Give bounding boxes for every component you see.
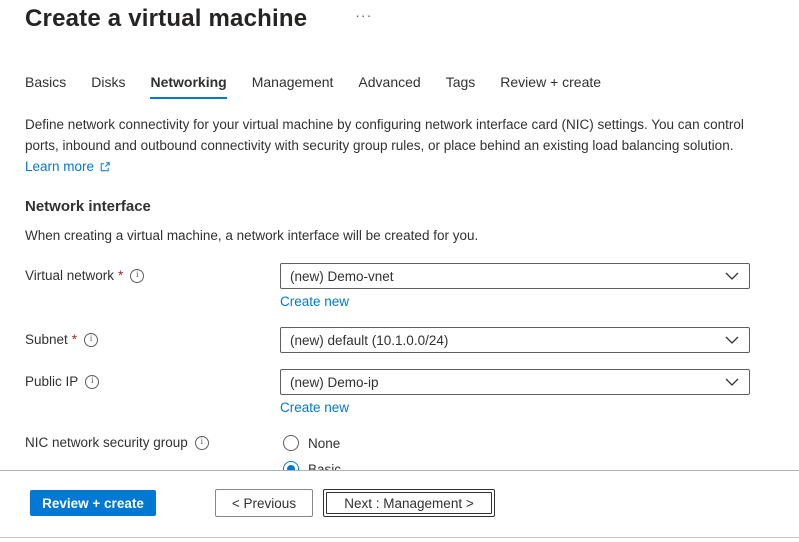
virtual-network-create-new-link[interactable]: Create new (280, 294, 349, 309)
footer-bar: Review + create < Previous Next : Manage… (0, 470, 799, 542)
subnet-control: (new) default (10.1.0.0/24) (280, 327, 750, 353)
nic-nsg-label: NIC network security group (25, 435, 188, 450)
info-icon[interactable] (85, 375, 99, 389)
chevron-down-icon (725, 272, 739, 280)
section-description: When creating a virtual machine, a netwo… (25, 228, 799, 243)
tab-management[interactable]: Management (252, 74, 334, 99)
subnet-select[interactable]: (new) default (10.1.0.0/24) (280, 327, 750, 353)
nic-nsg-label-group: NIC network security group (25, 430, 280, 450)
info-icon[interactable] (195, 436, 209, 450)
public-ip-value: (new) Demo-ip (290, 375, 379, 390)
subnet-value: (new) default (10.1.0.0/24) (290, 333, 448, 348)
info-icon[interactable] (84, 333, 98, 347)
subnet-label-group: Subnet * (25, 327, 280, 347)
next-management-button[interactable]: Next : Management > (323, 489, 495, 517)
required-asterisk: * (118, 268, 123, 283)
window-bottom-border (0, 537, 799, 538)
radio-selected-icon (283, 461, 299, 470)
nsg-option-basic[interactable]: Basic (280, 456, 750, 470)
public-ip-create-new-link[interactable]: Create new (280, 400, 349, 415)
info-icon[interactable] (130, 269, 144, 283)
virtual-network-label: Virtual network (25, 268, 114, 283)
tab-disks[interactable]: Disks (91, 74, 125, 99)
create-vm-page: Create a virtual machine ··· Basics Disk… (0, 0, 799, 542)
more-options-icon[interactable]: ··· (355, 8, 372, 22)
section-heading: Network interface (25, 198, 799, 215)
public-ip-control: (new) Demo-ip Create new (280, 369, 750, 417)
virtual-network-label-group: Virtual network * (25, 263, 280, 283)
tab-networking[interactable]: Networking (150, 74, 226, 99)
field-row-virtual-network: Virtual network * (new) Demo-vnet Create… (25, 263, 799, 311)
nsg-option-none-label: None (308, 436, 340, 451)
page-title: Create a virtual machine (25, 4, 307, 34)
required-asterisk: * (72, 332, 77, 347)
nsg-option-none[interactable]: None (280, 430, 750, 456)
radio-unselected-icon (283, 435, 299, 451)
public-ip-label-group: Public IP (25, 369, 280, 389)
learn-more-label: Learn more (25, 156, 94, 177)
virtual-network-select[interactable]: (new) Demo-vnet (280, 263, 750, 289)
intro-line-1: Define network connectivity for your vir… (25, 114, 799, 135)
chevron-down-icon (725, 336, 739, 344)
intro-line-2: ports, inbound and outbound connectivity… (25, 135, 799, 156)
virtual-network-control: (new) Demo-vnet Create new (280, 263, 750, 311)
subnet-label: Subnet (25, 332, 68, 347)
tab-basics[interactable]: Basics (25, 74, 66, 99)
tab-bar: Basics Disks Networking Management Advan… (25, 74, 799, 99)
nic-nsg-control: None Basic Advanced (280, 430, 750, 470)
field-row-public-ip: Public IP (new) Demo-ip Create new (25, 369, 799, 417)
intro-text: Define network connectivity for your vir… (25, 114, 799, 177)
learn-more-link[interactable]: Learn more (25, 156, 111, 177)
public-ip-select[interactable]: (new) Demo-ip (280, 369, 750, 395)
virtual-network-value: (new) Demo-vnet (290, 269, 394, 284)
review-create-button[interactable]: Review + create (30, 490, 156, 516)
title-row: Create a virtual machine ··· (25, 4, 799, 34)
public-ip-label: Public IP (25, 374, 78, 389)
nsg-option-basic-label: Basic (308, 462, 341, 471)
networking-form: Virtual network * (new) Demo-vnet Create… (25, 263, 799, 470)
tab-advanced[interactable]: Advanced (358, 74, 420, 99)
content-area: Create a virtual machine ··· Basics Disk… (0, 0, 799, 470)
field-row-subnet: Subnet * (new) default (10.1.0.0/24) (25, 327, 799, 353)
chevron-down-icon (725, 378, 739, 386)
field-row-nic-nsg: NIC network security group None Basic Ad… (25, 430, 799, 470)
external-link-icon (99, 161, 111, 173)
tab-tags[interactable]: Tags (446, 74, 476, 99)
previous-button[interactable]: < Previous (215, 489, 313, 517)
tab-review-create[interactable]: Review + create (500, 74, 601, 99)
